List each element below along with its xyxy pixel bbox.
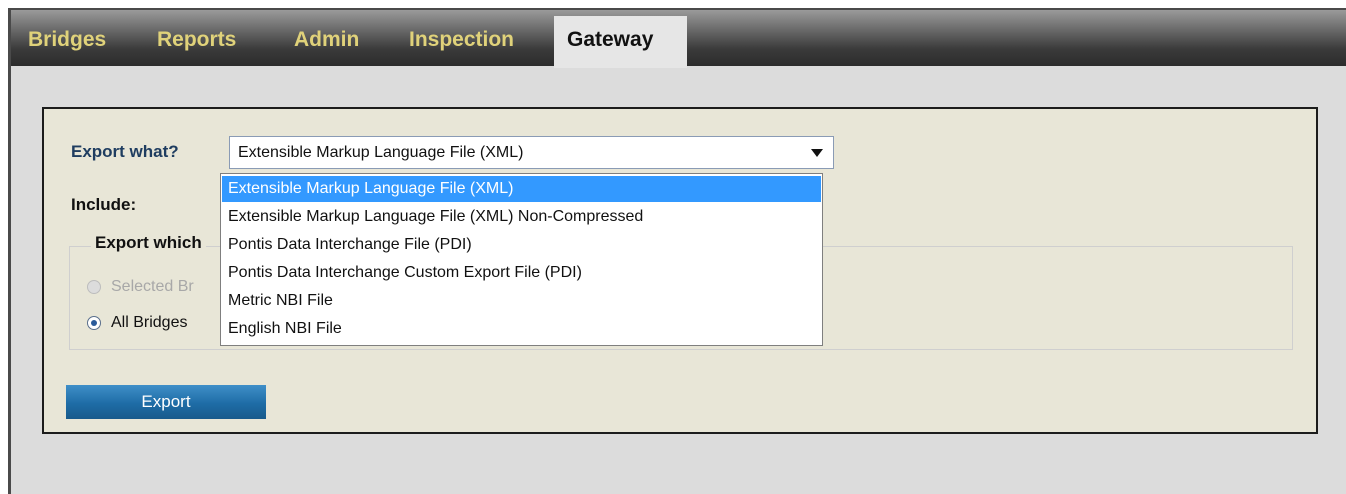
export-button[interactable]: Export	[66, 385, 266, 419]
dropdown-option-pdi-custom[interactable]: Pontis Data Interchange Custom Export Fi…	[222, 260, 821, 286]
dropdown-option-xml-noncompressed[interactable]: Extensible Markup Language File (XML) No…	[222, 204, 821, 230]
dropdown-option-pdi[interactable]: Pontis Data Interchange File (PDI)	[222, 232, 821, 258]
selected-bridges-radio[interactable]	[87, 280, 101, 294]
dropdown-option-english-nbi[interactable]: English NBI File	[222, 316, 821, 342]
all-bridges-radio[interactable]	[87, 316, 101, 330]
export-what-selected-value: Extensible Markup Language File (XML)	[238, 144, 524, 161]
dropdown-option-xml[interactable]: Extensible Markup Language File (XML)	[222, 176, 821, 202]
top-navigation-bar: Bridges Reports Admin Inspection Gateway	[11, 10, 1346, 68]
all-bridges-radio-label: All Bridges	[111, 314, 188, 331]
nav-reports[interactable]: Reports	[157, 28, 236, 52]
selected-bridges-radio-label: Selected Br	[111, 278, 194, 295]
chevron-down-icon[interactable]	[811, 149, 823, 157]
dropdown-option-metric-nbi[interactable]: Metric NBI File	[222, 288, 821, 314]
export-what-select[interactable]: Extensible Markup Language File (XML)	[229, 136, 834, 169]
nav-gateway-tab-active[interactable]: Gateway	[554, 16, 687, 68]
nav-bridges[interactable]: Bridges	[28, 28, 106, 52]
export-what-dropdown-list: Extensible Markup Language File (XML) Ex…	[220, 173, 823, 346]
export-which-legend: Export which	[91, 233, 206, 253]
nav-inspection[interactable]: Inspection	[409, 28, 514, 52]
include-label: Include:	[71, 195, 137, 214]
export-what-label: Export what?	[71, 142, 179, 161]
nav-admin[interactable]: Admin	[294, 28, 359, 52]
